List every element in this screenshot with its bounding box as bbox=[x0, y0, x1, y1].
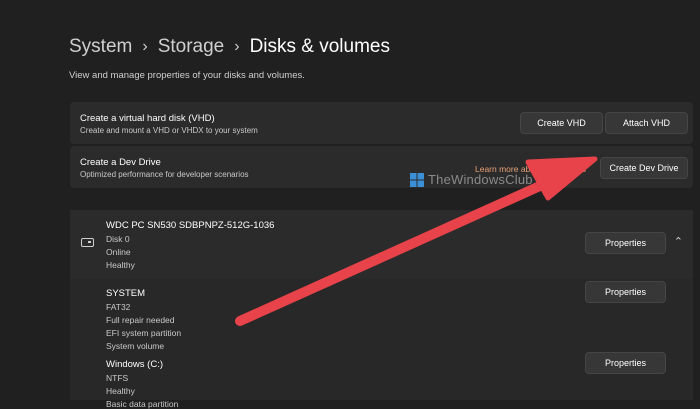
disk-status: Online bbox=[106, 247, 131, 257]
page-title: Disks & volumes bbox=[249, 36, 390, 57]
vhd-card-subtitle: Create and mount a VHD or VHDX to your s… bbox=[80, 126, 258, 135]
volume-name: SYSTEM bbox=[106, 288, 146, 299]
disk-health: Healthy bbox=[106, 260, 135, 270]
volume-filesystem: FAT32 bbox=[106, 302, 131, 312]
watermark: TheWindowsClub bbox=[410, 172, 533, 187]
breadcrumb: System › Storage › Disks & volumes bbox=[69, 36, 390, 58]
breadcrumb-system[interactable]: System bbox=[69, 36, 132, 58]
chevron-right-icon: › bbox=[142, 38, 148, 55]
disk-name: WDC PC SN530 SDBPNPZ-512G-1036 bbox=[106, 220, 275, 231]
volume-partition-type: Basic data partition bbox=[106, 399, 179, 409]
drive-icon bbox=[81, 238, 94, 247]
volume-partition-type: EFI system partition bbox=[106, 328, 182, 338]
attach-vhd-button[interactable]: Attach VHD bbox=[605, 112, 688, 134]
vhd-card-title: Create a virtual hard disk (VHD) bbox=[80, 113, 215, 124]
volume-list: SYSTEM FAT32 Full repair needed EFI syst… bbox=[70, 279, 693, 409]
volume-status: Full repair needed bbox=[106, 315, 175, 325]
volume-name: Windows (C:) bbox=[106, 359, 164, 370]
volume-properties-button[interactable]: Properties bbox=[585, 352, 666, 374]
windows-logo-icon bbox=[410, 172, 424, 187]
create-vhd-button[interactable]: Create VHD bbox=[520, 112, 603, 134]
breadcrumb-storage[interactable]: Storage bbox=[158, 36, 225, 58]
watermark-text: TheWindowsClub bbox=[428, 172, 533, 187]
volume-filesystem: NTFS bbox=[106, 373, 129, 383]
chevron-up-icon[interactable]: ⌃ bbox=[674, 235, 683, 248]
dev-drive-card-title: Create a Dev Drive bbox=[80, 157, 161, 168]
disk-properties-button[interactable]: Properties bbox=[585, 232, 666, 254]
disk-header: WDC PC SN530 SDBPNPZ-512G-1036 Disk 0 On… bbox=[70, 210, 693, 278]
volume-role: System volume bbox=[106, 341, 165, 351]
dev-drive-card-subtitle: Optimized performance for developer scen… bbox=[80, 170, 249, 179]
chevron-right-icon: › bbox=[234, 38, 240, 55]
disk-section: WDC PC SN530 SDBPNPZ-512G-1036 Disk 0 On… bbox=[70, 210, 693, 409]
volume-status: Healthy bbox=[106, 386, 135, 396]
create-dev-drive-button[interactable]: Create Dev Drive bbox=[600, 157, 688, 179]
dev-drive-card: Create a Dev Drive Optimized performance… bbox=[70, 146, 693, 188]
vhd-card: Create a virtual hard disk (VHD) Create … bbox=[70, 102, 693, 144]
page-subtitle: View and manage properties of your disks… bbox=[69, 70, 305, 81]
volume-properties-button[interactable]: Properties bbox=[585, 281, 666, 303]
disk-number: Disk 0 bbox=[106, 234, 130, 244]
